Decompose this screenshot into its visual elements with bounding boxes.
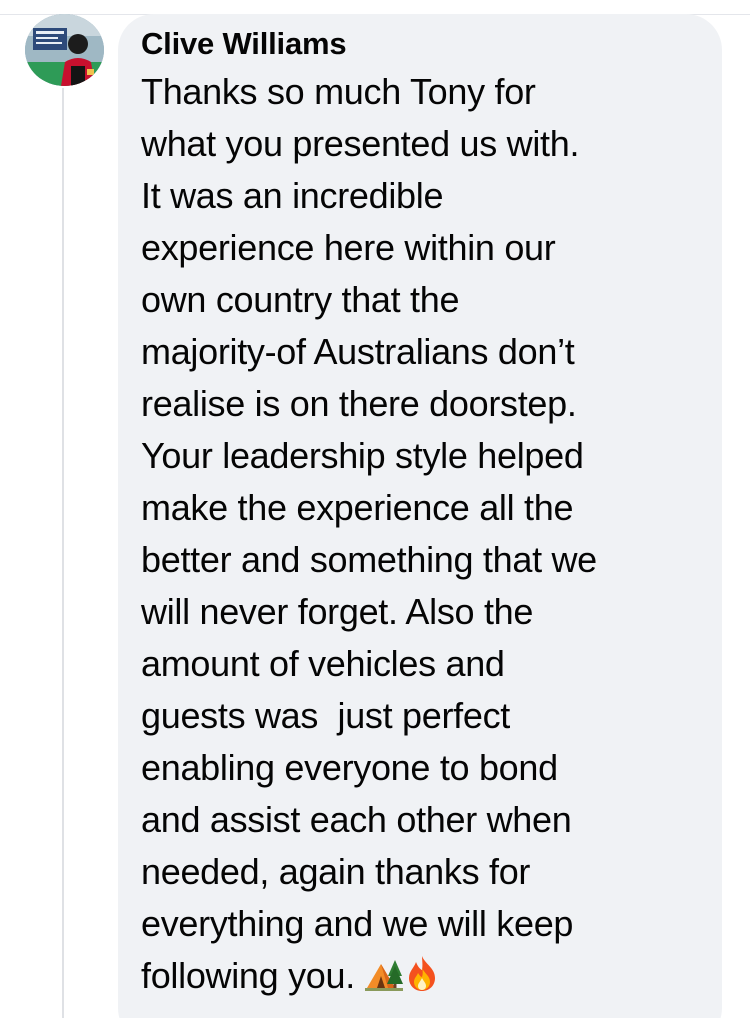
comment-author-name[interactable]: Clive Williams — [141, 26, 722, 62]
comment-line: It was an incredible — [141, 175, 444, 216]
comment-line: realise is on there doorstep. — [141, 383, 577, 424]
comment-line: enabling everyone to bond — [141, 747, 558, 788]
profile-photo-avatar — [25, 14, 104, 86]
comment-line: will never forget. Also the — [141, 591, 534, 632]
camping-tent-emoji — [364, 954, 403, 992]
comment-line: Your leadership style helped — [141, 435, 584, 476]
comment-line: needed, again thanks for — [141, 851, 531, 892]
comment-line: what you presented us with. — [141, 123, 580, 164]
comment-line: guests was just perfect — [141, 695, 510, 736]
comment-line: majority-of Australians don’t — [141, 331, 575, 372]
comment-line: own country that the — [141, 279, 460, 320]
comment-line-text: following you. — [141, 955, 365, 996]
comment-bubble: Clive Williams Thanks so much Tony for w… — [118, 14, 722, 1018]
comment-line: amount of vehicles and — [141, 643, 505, 684]
comment-line: experience here within our — [141, 227, 556, 268]
comment-line: Thanks so much Tony for — [141, 71, 536, 112]
comment-line: and assist each other when — [141, 799, 572, 840]
avatar[interactable] — [25, 14, 104, 86]
comment-line: make the experience all the — [141, 487, 574, 528]
fire-emoji — [403, 954, 441, 992]
comment-line-last: following you. — [141, 950, 722, 1002]
comment-line: everything and we will keep — [141, 903, 574, 944]
comment-text: Thanks so much Tony for what you present… — [141, 66, 722, 1002]
thread-line — [62, 88, 64, 1018]
comment-line: better and something that we — [141, 539, 597, 580]
